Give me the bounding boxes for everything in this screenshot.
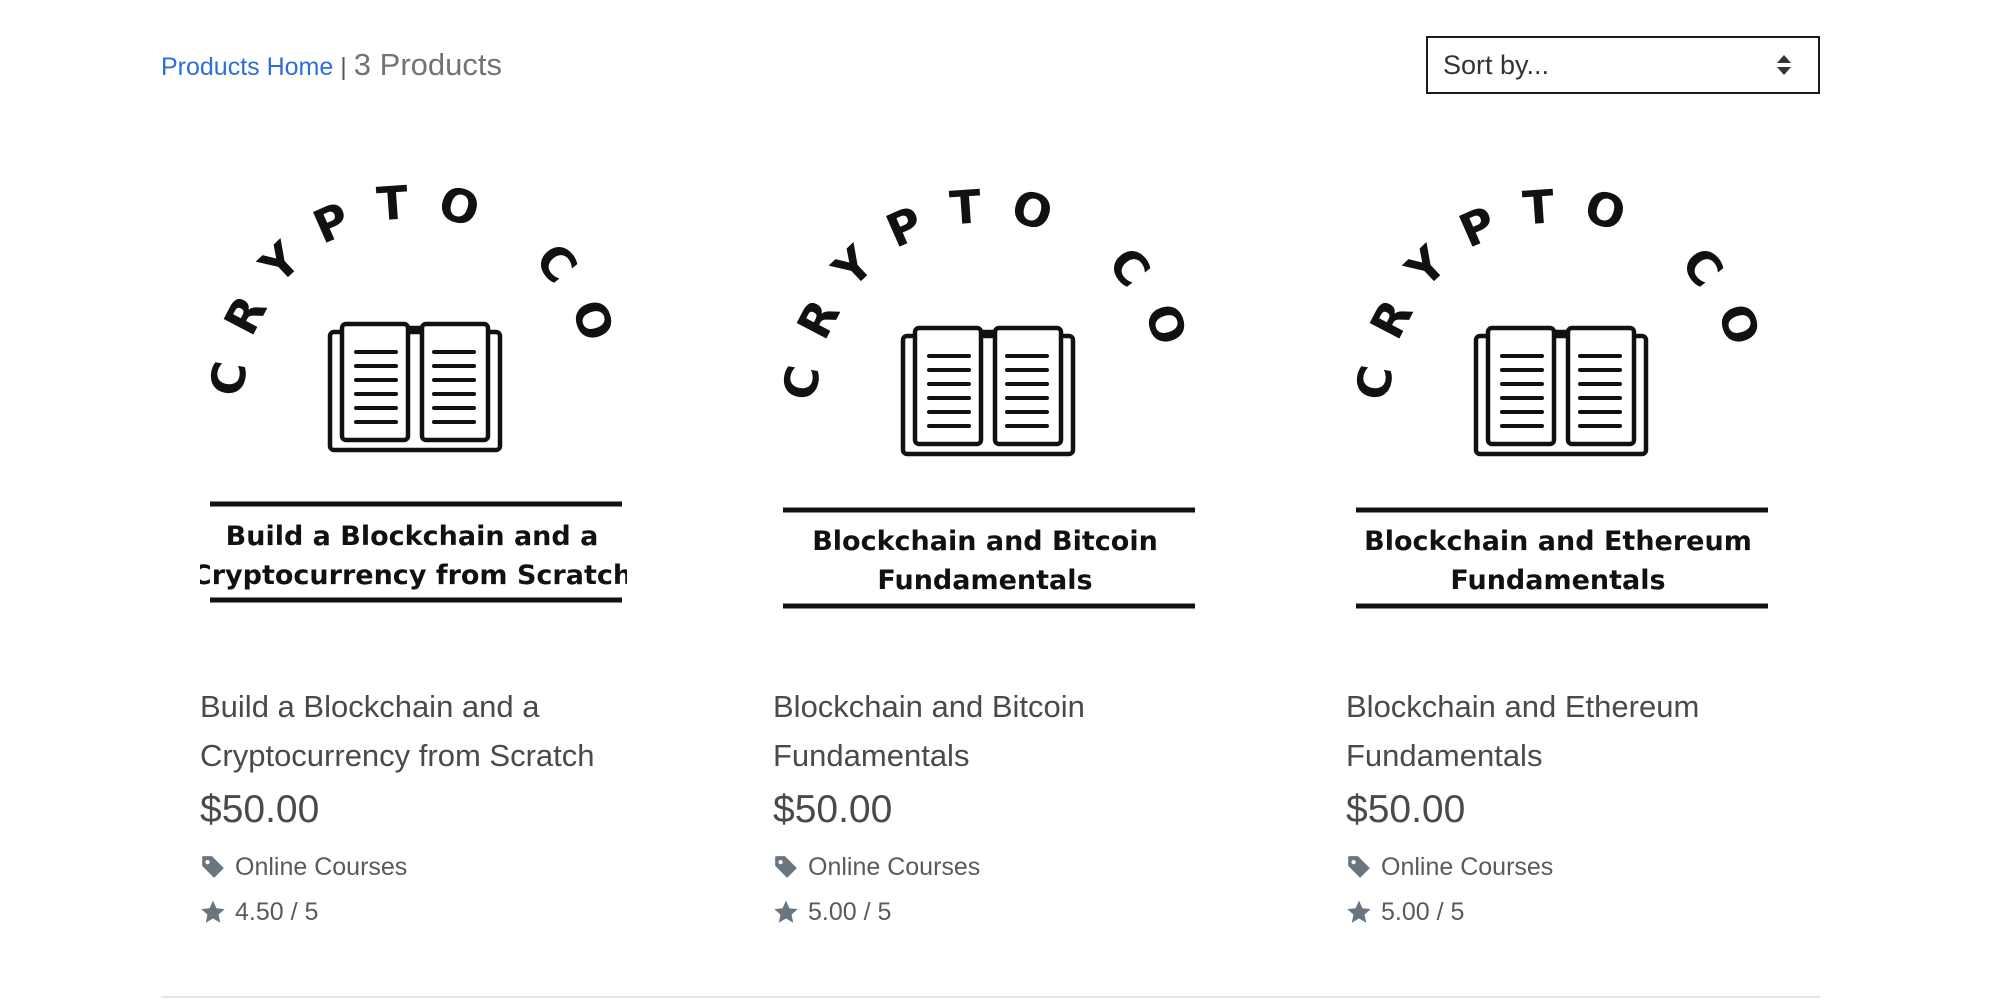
star-icon — [1347, 900, 1371, 923]
section-divider — [161, 996, 1820, 998]
product-rating: 5.00 / 5 — [773, 894, 1200, 930]
logo-caption-line2: Cryptocurrency from Scratch — [200, 560, 627, 591]
course-arc-text: CRYPTO COURSE — [1346, 170, 1773, 404]
rating-value: 4.50 / 5 — [235, 897, 319, 926]
logo-caption-line2: Fundamentals — [877, 565, 1092, 596]
category-label: Online Courses — [235, 852, 408, 881]
product-card[interactable]: CRYPTO COURSE — [200, 170, 627, 930]
product-price: $50.00 — [1346, 788, 1466, 831]
product-rating: 5.00 / 5 — [1346, 894, 1773, 930]
product-category[interactable]: Online Courses — [1346, 849, 1773, 885]
product-price: $50.00 — [200, 788, 320, 831]
product-price: $50.00 — [773, 788, 893, 831]
sort-arrows-icon — [1777, 55, 1791, 75]
tag-icon — [775, 856, 797, 878]
product-category[interactable]: Online Courses — [200, 849, 627, 885]
star-icon — [201, 900, 225, 923]
product-card[interactable]: CRYPTO COURSE — [773, 170, 1200, 930]
logo-caption-line1: Blockchain and Ethereum — [1364, 526, 1752, 557]
product-image[interactable]: CRYPTO COURSE — [773, 170, 1200, 630]
product-image[interactable]: CRYPTO COURSE — [1346, 170, 1773, 630]
star-icon — [774, 900, 798, 923]
product-card[interactable]: CRYPTO COURSE — [1346, 170, 1773, 930]
shop-toolbar: Products Home | 3 Products Sort by... — [161, 34, 1820, 96]
logo-caption-line1: Blockchain and Bitcoin — [812, 526, 1158, 557]
rating-value: 5.00 / 5 — [1381, 897, 1465, 926]
logo-caption-line2: Fundamentals — [1450, 565, 1665, 596]
rating-value: 5.00 / 5 — [808, 897, 892, 926]
breadcrumb: Products Home | 3 Products — [161, 47, 502, 83]
open-book-icon — [1473, 325, 1649, 457]
product-rating: 4.50 / 5 — [200, 894, 627, 930]
product-title[interactable]: Blockchain and Ethereum Fundamentals — [1346, 682, 1773, 780]
course-arc-text: CRYPTO COURSE — [200, 170, 627, 400]
tag-icon — [202, 856, 224, 878]
product-count: 3 Products — [353, 47, 502, 82]
open-book-icon — [327, 321, 503, 453]
course-arc-text: CRYPTO COURSE — [773, 170, 1200, 404]
sort-select[interactable]: Sort by... — [1426, 36, 1820, 94]
shop-page: Products Home | 3 Products Sort by... CR… — [0, 0, 1990, 1008]
open-book-icon — [900, 325, 1076, 457]
tag-icon — [1348, 856, 1370, 878]
product-image[interactable]: CRYPTO COURSE — [200, 170, 627, 630]
product-category[interactable]: Online Courses — [773, 849, 1200, 885]
logo-caption-line1: Build a Blockchain and a — [226, 521, 599, 552]
category-label: Online Courses — [1381, 852, 1554, 881]
product-title[interactable]: Build a Blockchain and a Cryptocurrency … — [200, 682, 627, 780]
product-title[interactable]: Blockchain and Bitcoin Fundamentals — [773, 682, 1200, 780]
products-home-link[interactable]: Products Home — [161, 53, 333, 82]
product-grid: CRYPTO COURSE — [200, 170, 1773, 930]
sort-select-label: Sort by... — [1443, 49, 1550, 80]
breadcrumb-separator: | — [340, 53, 347, 81]
category-label: Online Courses — [808, 852, 981, 881]
